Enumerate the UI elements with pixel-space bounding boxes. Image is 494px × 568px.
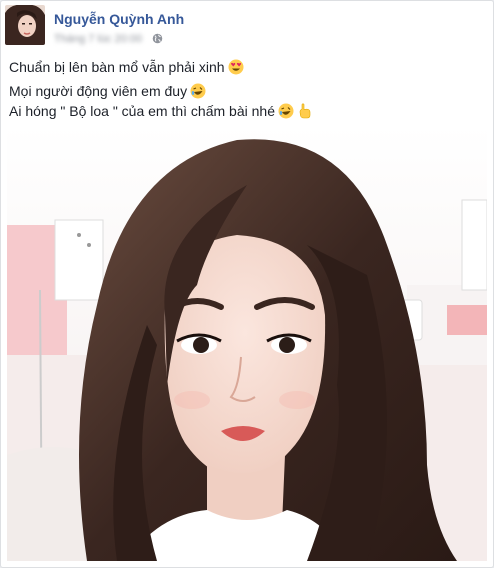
heart-eyes-emoji-icon: [228, 59, 244, 75]
post-text-line-1: Chuẩn bị lên bàn mổ vẫn phải xinh: [9, 57, 479, 77]
post-meta: Tháng 7 lúc 20:00: [54, 30, 163, 45]
post-text-line-1-text: Chuẩn bị lên bàn mổ vẫn phải xinh: [9, 59, 225, 75]
post-text: Chuẩn bị lên bàn mổ vẫn phải xinh Mọi ng…: [9, 57, 479, 121]
pointing-hand-emoji-icon: [299, 103, 311, 119]
post-timestamp[interactable]: Tháng 7 lúc 20:00: [54, 33, 142, 45]
post-text-line-3-text: Ai hóng " Bộ loa " của em thì chấm bài n…: [9, 103, 275, 119]
selfie-image: [7, 125, 487, 561]
post-text-line-2-text: Mọi người động viên em đuy: [9, 83, 188, 99]
rofl-emoji-icon: [278, 103, 294, 119]
post-text-line-3: Ai hóng " Bộ loa " của em thì chấm bài n…: [9, 101, 479, 121]
post-photo[interactable]: [7, 125, 487, 561]
post-text-line-2: Mọi người động viên em đuy: [9, 81, 479, 101]
avatar-image: [5, 5, 45, 45]
author-avatar[interactable]: [5, 5, 45, 45]
rofl-emoji-icon: [190, 83, 206, 99]
author-name-link[interactable]: Nguyễn Quỳnh Anh: [54, 11, 184, 27]
facebook-post-card: Nguyễn Quỳnh Anh Tháng 7 lúc 20:00 Chuẩn…: [0, 0, 494, 568]
post-header: Nguyễn Quỳnh Anh Tháng 7 lúc 20:00: [5, 5, 485, 49]
globe-icon[interactable]: [152, 33, 163, 44]
